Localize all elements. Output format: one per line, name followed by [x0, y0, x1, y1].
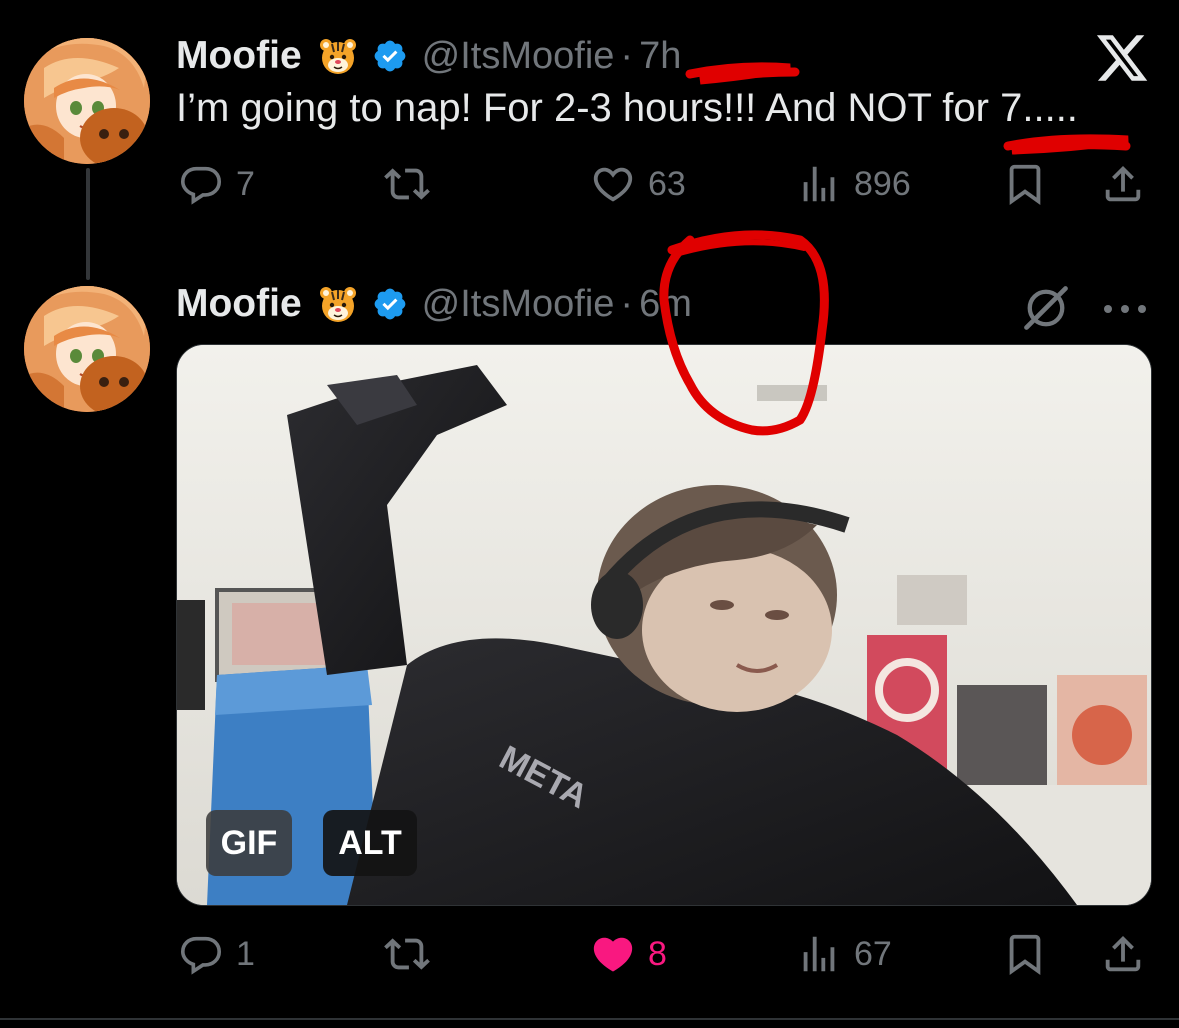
views-button[interactable]: 896 — [796, 156, 911, 212]
x-logo-icon[interactable] — [1094, 30, 1150, 86]
views-count: 896 — [854, 164, 911, 203]
display-name[interactable]: Moofie — [176, 34, 302, 78]
annotation-underline-7h — [685, 62, 800, 85]
reply-count: 7 — [236, 164, 255, 203]
tiger-face-emoji-icon — [319, 287, 356, 322]
bookmark-button[interactable] — [1002, 926, 1048, 982]
retweet-icon — [384, 938, 430, 970]
views-count: 67 — [854, 934, 892, 973]
tweet-header: Moofie @ItsMoofie · 6m — [176, 274, 692, 334]
bookmark-button[interactable] — [1002, 156, 1048, 212]
like-count: 8 — [648, 934, 667, 973]
heart-icon — [593, 167, 633, 202]
reply-icon — [180, 936, 222, 975]
separator-dot: · — [620, 34, 634, 77]
reply-count: 1 — [236, 934, 255, 973]
views-icon — [803, 936, 835, 972]
like-button[interactable]: 63 — [590, 156, 686, 212]
share-icon — [1105, 165, 1141, 202]
alt-text-badge[interactable]: ALT — [323, 810, 417, 876]
avatar[interactable] — [24, 286, 150, 412]
timestamp[interactable]: 6m — [639, 283, 692, 326]
reply-button[interactable]: 7 — [178, 156, 255, 212]
retweet-icon — [384, 168, 430, 200]
display-name[interactable]: Moofie — [176, 282, 302, 326]
share-button[interactable] — [1100, 156, 1146, 212]
more-icon[interactable] — [1100, 290, 1150, 324]
reply-icon — [180, 166, 222, 205]
annotation-underline-7 — [1003, 134, 1131, 155]
like-button[interactable]: 8 — [590, 926, 667, 982]
tiger-face-emoji-icon — [319, 39, 356, 74]
share-button[interactable] — [1100, 926, 1146, 982]
share-icon — [1105, 935, 1141, 972]
timestamp[interactable]: 7h — [639, 35, 681, 78]
user-handle[interactable]: @ItsMoofie — [422, 35, 615, 78]
separator-dot: · — [620, 282, 634, 325]
thread-connector-line — [86, 168, 90, 280]
heart-filled-icon — [593, 937, 633, 972]
tweet-text: I’m going to nap! For 2-3 hours!!! And N… — [176, 86, 1078, 130]
bookmark-icon — [1009, 934, 1041, 975]
views-button[interactable]: 67 — [796, 926, 892, 982]
divider — [0, 1018, 1179, 1020]
like-count: 63 — [648, 164, 686, 203]
verified-badge-icon[interactable] — [372, 286, 408, 322]
user-handle[interactable]: @ItsMoofie — [422, 283, 615, 326]
avatar-image — [24, 38, 150, 164]
bookmark-icon — [1009, 164, 1041, 205]
gif-badge: GIF — [206, 810, 292, 876]
retweet-button[interactable] — [384, 926, 430, 982]
grok-icon[interactable] — [1020, 282, 1072, 334]
verified-badge-icon[interactable] — [372, 38, 408, 74]
views-icon — [803, 166, 835, 202]
reply-button[interactable]: 1 — [178, 926, 255, 982]
retweet-button[interactable] — [384, 156, 430, 212]
tweet-header: Moofie @ItsMoofie · 7h — [176, 26, 681, 86]
more-dots-icon — [1104, 305, 1146, 313]
avatar[interactable] — [24, 38, 150, 164]
avatar-image — [24, 286, 150, 412]
